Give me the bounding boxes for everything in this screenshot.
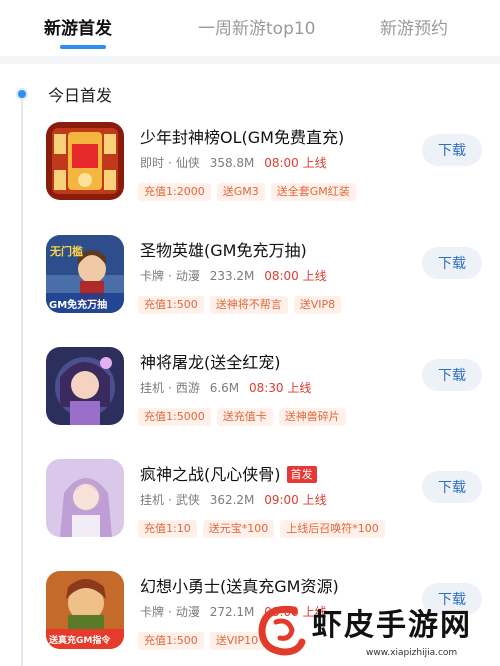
- launch-time: 09:00 上线: [264, 493, 327, 507]
- tag-list: 充值1:5000 送充值卡 送神兽碎片: [138, 405, 352, 426]
- benefit-tag: 送GM3: [216, 183, 265, 201]
- tab-weekly-top10[interactable]: 一周新游top10: [198, 14, 316, 39]
- game-title: 少年封神榜OL(GM免费直充): [140, 128, 345, 147]
- icon-label: 送真充GM指令: [48, 634, 111, 646]
- top-tab-bar: 新游首发 一周新游top10 新游预约: [0, 0, 500, 50]
- tab-reservation[interactable]: 新游预约: [380, 14, 448, 39]
- game-icon-hero[interactable]: 无门槛 GM免充万抽: [46, 235, 124, 313]
- icon-label: GM免充万抽: [49, 298, 107, 311]
- game-icon-braveheart[interactable]: 送真充GM指令: [46, 571, 124, 649]
- launch-time: 08:30 上线: [248, 381, 312, 395]
- game-subcategory: 仙侠: [175, 156, 200, 170]
- game-category: 挂机: [140, 493, 165, 507]
- first-release-badge: 首发: [286, 466, 317, 483]
- game-subcategory: 武侠: [175, 493, 200, 507]
- benefit-tag: 送VIP8: [293, 296, 342, 314]
- game-size: 358.8M: [209, 156, 255, 170]
- benefit-tag: 充值1:500: [138, 632, 204, 650]
- benefit-tag: 送神兽碎片: [278, 408, 346, 426]
- game-size: 233.2M: [209, 269, 255, 283]
- watermark-url: www.xiapizhijia.com: [366, 648, 458, 658]
- game-list-item[interactable]: 少年封神榜OL(GM免费直充) 即时 · 仙侠 358.8M 08:00 上线 充值…: [44, 120, 500, 220]
- benefit-tag: 送神将不帮言: [209, 296, 288, 314]
- section-title: 今日首发: [48, 86, 113, 105]
- game-category: 卡牌: [140, 605, 165, 619]
- game-list-item[interactable]: 无门槛 GM免充万抽 圣物英雄(GM免充万抽) 卡牌 · 动漫 233.2M 08:…: [44, 233, 500, 333]
- game-list-item[interactable]: 神将屠龙(送全红宠) 挂机 · 西游 6.6M 08:30 上线 充值1:5000 送…: [44, 345, 500, 445]
- launch-time: 08:00 上线: [264, 269, 327, 283]
- game-title: 神将屠龙(送全红宠): [140, 353, 281, 372]
- active-tab-indicator: [60, 45, 106, 49]
- game-meta: 即时 · 仙侠 358.8M 08:00 上线: [140, 156, 327, 170]
- icon-label: 无门槛: [49, 244, 83, 258]
- game-subcategory: 动漫: [175, 269, 200, 283]
- section-divider: [0, 56, 500, 64]
- game-subcategory: 动漫: [175, 605, 200, 619]
- game-meta: 挂机 · 武侠 362.2M 09:00 上线: [140, 493, 327, 507]
- game-category: 即时: [140, 156, 165, 170]
- tag-list: 充值1:10 送元宝*100 上线后召唤符*100: [138, 517, 391, 538]
- tab-new-release[interactable]: 新游首发: [44, 14, 112, 39]
- site-watermark: 虾皮手游网 www.xiapizhijia.com: [250, 598, 500, 666]
- game-subcategory: 西游: [175, 381, 200, 395]
- launch-time: 08:00 上线: [264, 156, 327, 170]
- tag-list: 充值1:2000 送GM3 送全套GM红装: [138, 180, 362, 201]
- game-size: 362.2M: [209, 493, 255, 507]
- game-icon-warrior[interactable]: [46, 459, 124, 537]
- timeline-line: [21, 93, 23, 666]
- benefit-tag: 充值1:500: [138, 296, 204, 314]
- benefit-tag: 充值1:2000: [138, 183, 211, 201]
- game-title: 幻想小勇士(送真充GM资源): [140, 577, 339, 596]
- watermark-title: 虾皮手游网: [312, 608, 472, 643]
- game-icon-fengshen[interactable]: [46, 122, 124, 200]
- benefit-tag: 充值1:10: [138, 520, 197, 538]
- game-category: 挂机: [140, 381, 165, 395]
- game-category: 卡牌: [140, 269, 165, 283]
- benefit-tag: 充值1:5000: [138, 408, 211, 426]
- download-button[interactable]: 下载: [422, 134, 482, 166]
- benefit-tag: 送全套GM红装: [270, 183, 356, 201]
- game-title: 疯神之战(凡心侠骨) 首发: [140, 461, 317, 485]
- benefit-tag: 送充值卡: [216, 408, 273, 426]
- game-size: 6.6M: [209, 381, 240, 395]
- game-meta: 挂机 · 西游 6.6M 08:30 上线: [140, 381, 312, 395]
- benefit-tag: 送元宝*100: [202, 520, 275, 538]
- download-button[interactable]: 下载: [422, 247, 482, 279]
- game-icon-dragon[interactable]: [46, 347, 124, 425]
- game-title: 圣物英雄(GM免充万抽): [140, 241, 307, 260]
- shrimp-logo-icon: [258, 605, 306, 656]
- benefit-tag: 上线后召唤符*100: [280, 520, 385, 538]
- game-size: 272.1M: [209, 605, 255, 619]
- game-meta: 卡牌 · 动漫 233.2M 08:00 上线: [140, 269, 327, 283]
- timeline-dot: [16, 88, 28, 100]
- download-button[interactable]: 下载: [422, 471, 482, 503]
- tag-list: 充值1:500 送神将不帮言 送VIP8: [138, 293, 347, 314]
- download-button[interactable]: 下载: [422, 359, 482, 391]
- game-title-text: 疯神之战(凡心侠骨): [140, 465, 281, 484]
- game-list-item[interactable]: 疯神之战(凡心侠骨) 首发 挂机 · 武侠 362.2M 09:00 上线 充值1:1…: [44, 457, 500, 557]
